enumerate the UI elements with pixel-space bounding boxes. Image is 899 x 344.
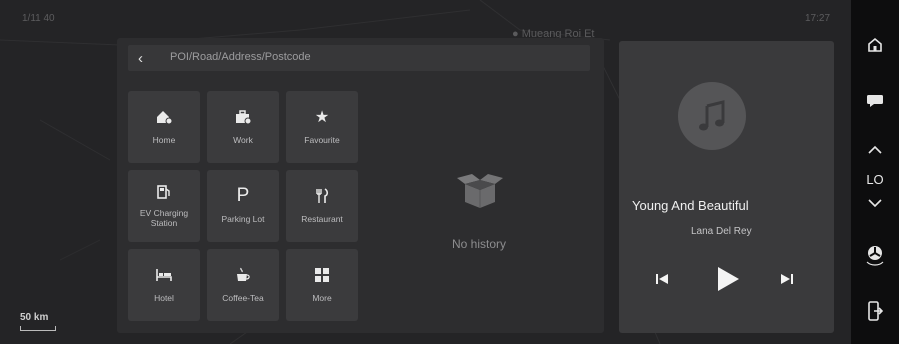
briefcase-icon	[207, 107, 279, 127]
shortcut-parking-button[interactable]: P Parking Lot	[207, 170, 279, 242]
parking-icon: P	[236, 185, 250, 206]
ev-charger-icon	[128, 182, 200, 202]
fork-knife-icon	[286, 186, 358, 206]
shortcut-coffee-tea-button[interactable]: Coffee-Tea	[207, 249, 279, 321]
shortcut-ev-charging-button[interactable]: EV Charging Station	[128, 170, 200, 242]
shortcut-home-button[interactable]: Home	[128, 91, 200, 163]
shortcut-hotel-button[interactable]: Hotel	[128, 249, 200, 321]
fan-icon[interactable]	[851, 242, 899, 268]
artist-name: Lana Del Rey	[691, 226, 752, 237]
home-icon	[128, 107, 200, 127]
shortcut-more-button[interactable]: More	[286, 249, 358, 321]
album-art	[678, 82, 746, 150]
shortcut-label: Restaurant	[301, 214, 343, 224]
shortcut-label: Home	[152, 135, 176, 145]
shortcut-favourite-button[interactable]: ★ Favourite	[286, 91, 358, 163]
song-title: Young And Beautiful	[632, 198, 749, 213]
shortcut-restaurant-button[interactable]: Restaurant	[286, 170, 358, 242]
shortcut-label: More	[312, 293, 332, 303]
home-icon[interactable]	[851, 34, 899, 56]
phone-exit-icon[interactable]	[851, 300, 899, 322]
grid-icon	[286, 265, 358, 285]
status-clock: 17:27	[805, 13, 831, 24]
no-history-label: No history	[452, 237, 507, 251]
shortcut-label: Parking Lot	[221, 214, 265, 224]
shortcut-work-button[interactable]: Work	[207, 91, 279, 163]
empty-box-icon	[455, 168, 505, 213]
music-note-icon	[699, 100, 725, 131]
shortcut-label: Coffee-Tea	[222, 293, 264, 303]
shortcut-label: Favourite	[304, 135, 340, 145]
status-left: 1/11 40	[22, 13, 55, 24]
message-icon[interactable]	[851, 91, 899, 111]
next-icon[interactable]	[780, 272, 794, 291]
map-scale-bar	[20, 326, 56, 331]
chevron-down-icon[interactable]	[851, 195, 899, 211]
star-icon: ★	[314, 109, 330, 126]
chevron-up-icon[interactable]	[851, 142, 899, 158]
bed-icon	[128, 265, 200, 285]
chevron-left-icon[interactable]: ‹	[138, 50, 143, 67]
shortcut-label: Hotel	[154, 293, 174, 303]
shortcut-label: EV Charging Station	[139, 208, 189, 228]
shortcut-label: Work	[233, 135, 253, 145]
climate-level: LO	[866, 172, 884, 187]
search-placeholder: POI/Road/Address/Postcode	[170, 51, 311, 63]
previous-icon[interactable]	[655, 272, 669, 291]
play-icon[interactable]	[716, 266, 740, 297]
coffee-icon	[207, 265, 279, 285]
map-scale-label: 50 km	[20, 312, 49, 323]
